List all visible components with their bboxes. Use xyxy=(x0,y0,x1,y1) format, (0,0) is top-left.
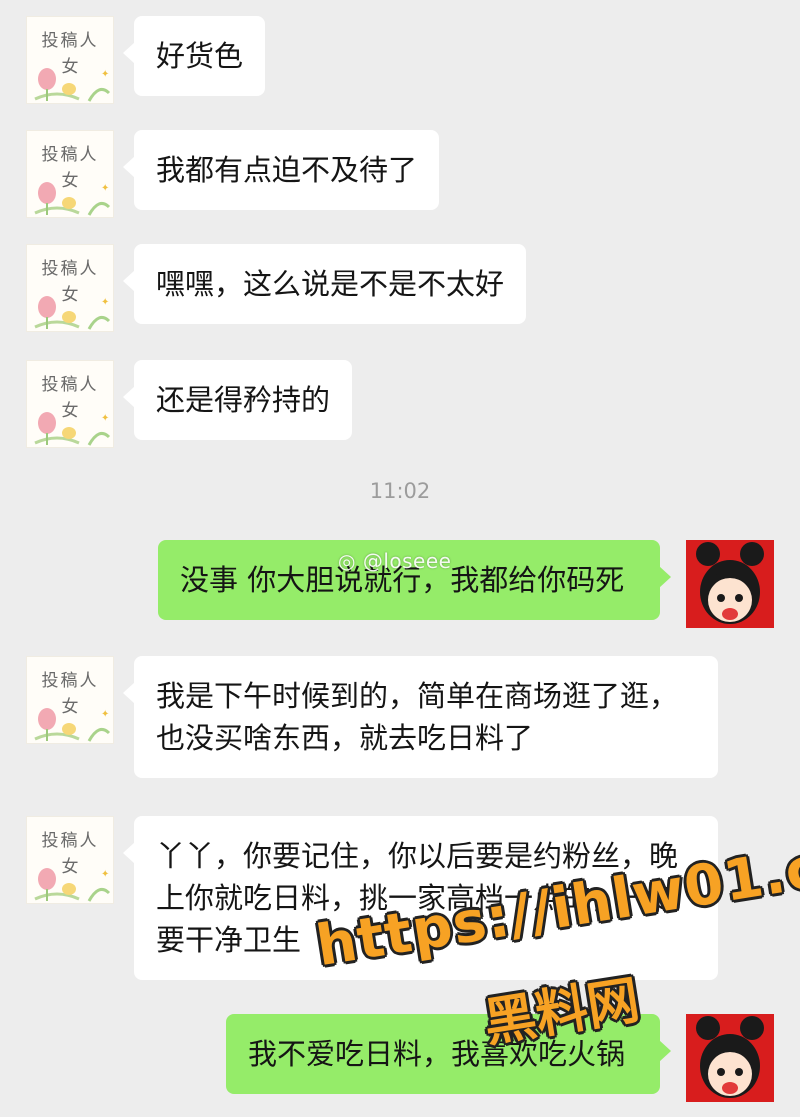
message-bubble[interactable]: 我是下午时候到的，简单在商场逛了逛，也没买啥东西，就去吃日料了 xyxy=(123,656,718,778)
avatar-text: 女 xyxy=(61,285,79,305)
message-bubble[interactable]: 还是得矜持的 xyxy=(122,360,353,440)
message-text: 还是得矜持的 xyxy=(156,383,331,417)
avatar-text: 投稿人 xyxy=(41,375,99,395)
contact-avatar[interactable]: ✦ 投稿人 女 xyxy=(26,16,114,104)
contact-avatar[interactable]: ✦ 投稿人 女 xyxy=(26,816,114,904)
weibo-watermark-text: @loseee xyxy=(362,549,452,573)
avatar-text: 女 xyxy=(61,857,79,877)
message-bubble[interactable]: 嘿嘿，这么说是不是不太好 xyxy=(122,244,527,324)
timestamp: 11:02 xyxy=(369,479,431,503)
avatar-text: 女 xyxy=(61,401,79,421)
avatar-text: 投稿人 xyxy=(41,831,99,851)
contact-avatar[interactable]: ✦ 投稿人 女 xyxy=(26,656,114,744)
avatar-text: 女 xyxy=(61,57,79,77)
cartoon-girl-avatar-icon xyxy=(686,540,774,628)
avatar-text: 投稿人 xyxy=(41,145,99,165)
avatar-text: 投稿人 xyxy=(41,671,99,691)
message-bubble[interactable]: 我都有点迫不及待了 xyxy=(122,130,440,210)
contact-avatar[interactable]: ✦ 投稿人 女 xyxy=(26,130,114,218)
contact-avatar[interactable]: ✦ 投稿人 女 xyxy=(26,244,114,332)
avatar-text: 投稿人 xyxy=(41,31,99,51)
avatar-text: 女 xyxy=(61,697,79,717)
message-text: 我是下午时候到的，简单在商场逛了逛，也没买啥东西，就去吃日料了 xyxy=(156,679,679,755)
self-avatar[interactable] xyxy=(686,1014,774,1102)
weibo-watermark: ◎ @loseee xyxy=(338,549,452,573)
message-text: 好货色 xyxy=(156,39,244,73)
message-text: 我都有点迫不及待了 xyxy=(156,153,418,187)
message-bubble[interactable]: 好货色 xyxy=(122,16,266,96)
avatar-text: 女 xyxy=(61,171,79,191)
cartoon-girl-avatar-icon xyxy=(686,1014,774,1102)
message-text: 嘿嘿，这么说是不是不太好 xyxy=(156,267,505,301)
contact-avatar[interactable]: ✦ 投稿人 女 xyxy=(26,360,114,448)
self-avatar[interactable] xyxy=(686,540,774,628)
avatar-text: 投稿人 xyxy=(41,259,99,279)
